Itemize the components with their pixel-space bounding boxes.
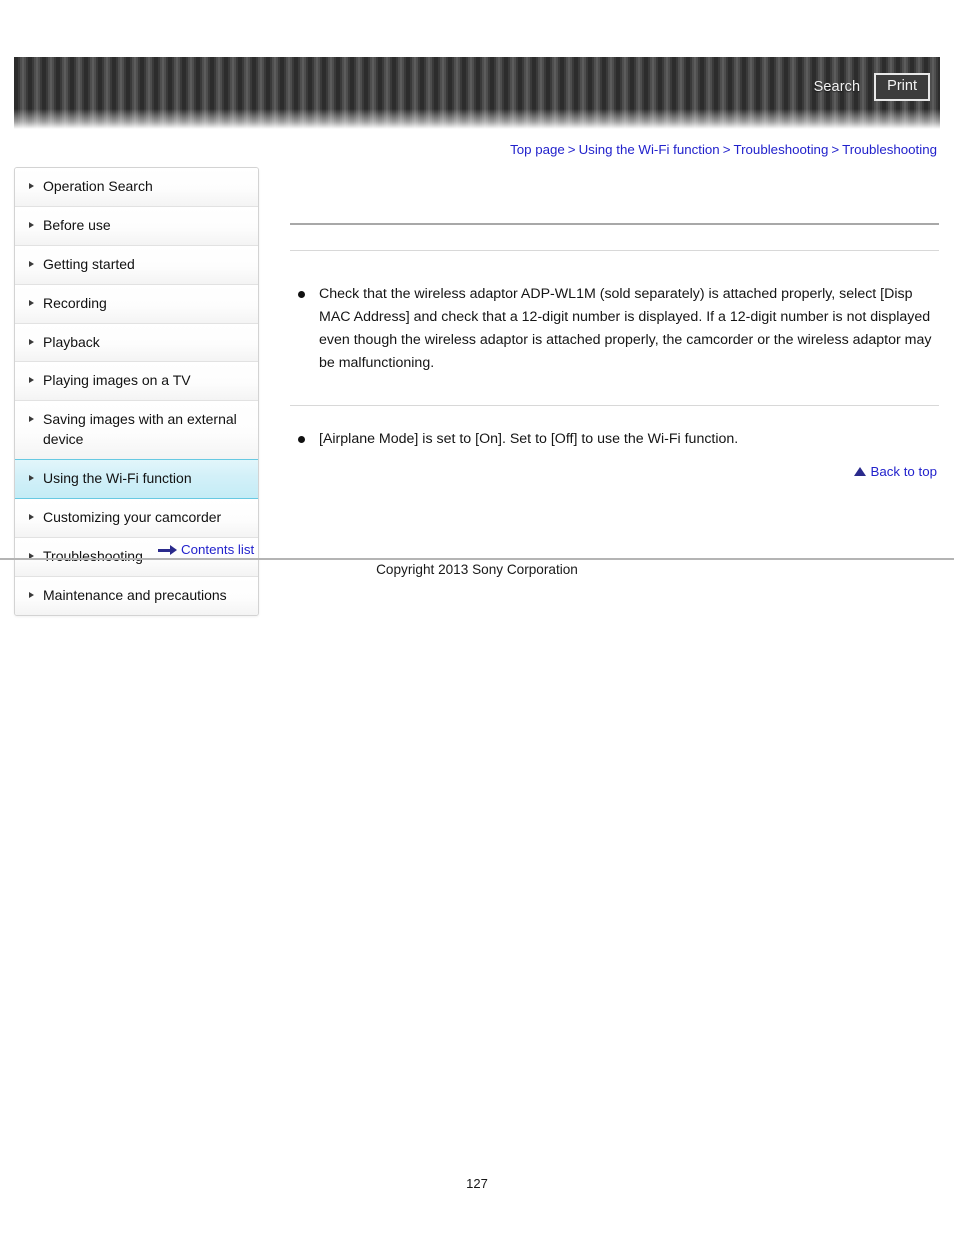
chevron-right-icon xyxy=(29,416,34,423)
sidebar-item-saving-images-with-an-external-device[interactable]: Saving images with an external device xyxy=(15,401,258,460)
print-button[interactable]: Print xyxy=(874,73,930,101)
sidebar-item-maintenance-and-precautions[interactable]: Maintenance and precautions xyxy=(15,576,258,615)
sidebar-item-getting-started[interactable]: Getting started xyxy=(15,245,258,285)
breadcrumb-separator: > xyxy=(722,142,731,157)
section-subtitle xyxy=(290,225,939,250)
sidebar-item-label: Customizing your camcorder xyxy=(43,508,222,525)
sidebar-item-label: Getting started xyxy=(43,255,135,272)
chevron-right-icon xyxy=(29,591,34,598)
list-item: [Airplane Mode] is set to [On]. Set to [… xyxy=(290,428,939,451)
sidebar-item-operation-search[interactable]: Operation Search xyxy=(15,168,258,207)
sidebar-item-label: Operation Search xyxy=(43,178,153,194)
chevron-right-icon xyxy=(29,183,34,189)
search-button[interactable]: Search xyxy=(814,79,861,95)
footer-divider xyxy=(0,558,954,560)
contents-list-link[interactable]: Contents list xyxy=(158,542,254,557)
page-title xyxy=(290,167,939,223)
list-item-text: [Airplane Mode] is set to [On]. Set to [… xyxy=(319,431,739,447)
chevron-right-icon xyxy=(29,377,34,384)
arrow-right-icon xyxy=(158,545,177,555)
bullet-dot-icon xyxy=(298,291,305,298)
sidebar-item-playback[interactable]: Playback xyxy=(15,323,258,363)
sidebar-item-before-use[interactable]: Before use xyxy=(15,206,258,246)
chevron-right-icon xyxy=(29,260,34,267)
triangle-up-icon xyxy=(854,466,867,476)
bullet-list-second: [Airplane Mode] is set to [On]. Set to [… xyxy=(290,406,939,451)
header-actions: Search Print xyxy=(814,73,930,101)
chevron-right-icon xyxy=(29,338,34,345)
chevron-right-icon xyxy=(29,299,34,306)
breadcrumb-item-using-the-wi-fi-function[interactable]: Using the Wi-Fi function xyxy=(579,142,720,157)
breadcrumb-item-top-page[interactable]: Top page xyxy=(510,142,565,157)
sidebar-item-using-the-wi-fi-function[interactable]: Using the Wi-Fi function xyxy=(15,459,258,499)
sidebar-item-label: Recording xyxy=(43,294,107,311)
sidebar-item-label: Playing images on a TV xyxy=(43,372,191,389)
breadcrumb-separator: > xyxy=(567,142,576,157)
back-to-top-link[interactable]: Back to top xyxy=(854,464,937,479)
breadcrumb: Top page > Using the Wi-Fi function > Troubl… xyxy=(510,142,937,157)
contents-list-label: Contents list xyxy=(181,542,255,557)
back-to-top-label: Back to top xyxy=(870,464,937,479)
list-item-text: Check that the wireless adaptor ADP-WL1M… xyxy=(319,286,932,371)
bullet-dot-icon xyxy=(298,436,305,443)
list-item: Check that the wireless adaptor ADP-WL1M… xyxy=(290,283,939,375)
bullet-list-first: Check that the wireless adaptor ADP-WL1M… xyxy=(290,251,939,405)
sidebar-item-playing-images-on-a-tv[interactable]: Playing images on a TV xyxy=(15,362,258,402)
breadcrumb-item-troubleshooting[interactable]: Troubleshooting xyxy=(733,142,828,157)
breadcrumb-separator: > xyxy=(831,142,840,157)
breadcrumb-item-troubleshooting-current[interactable]: Troubleshooting xyxy=(842,142,937,157)
sidebar-item-label: Using the Wi-Fi function xyxy=(43,470,192,486)
header-banner: Search Print xyxy=(14,57,940,129)
chevron-right-icon xyxy=(29,221,34,228)
sidebar-item-label: Playback xyxy=(43,333,100,350)
page-number: 127 xyxy=(466,1176,488,1191)
main-content: Check that the wireless adaptor ADP-WL1M… xyxy=(290,167,939,479)
sidebar-item-label: Before use xyxy=(43,216,111,233)
sidebar-item-label: Maintenance and precautions xyxy=(43,586,227,603)
sidebar-item-label: Saving images with an external device xyxy=(43,411,237,448)
sidebar-item-customizing-your-camcorder[interactable]: Customizing your camcorder xyxy=(15,498,258,538)
chevron-right-icon xyxy=(29,513,34,520)
chevron-right-icon xyxy=(29,475,34,481)
copyright-text: Copyright 2013 Sony Corporation xyxy=(376,562,578,577)
sidebar-item-recording[interactable]: Recording xyxy=(15,284,258,324)
